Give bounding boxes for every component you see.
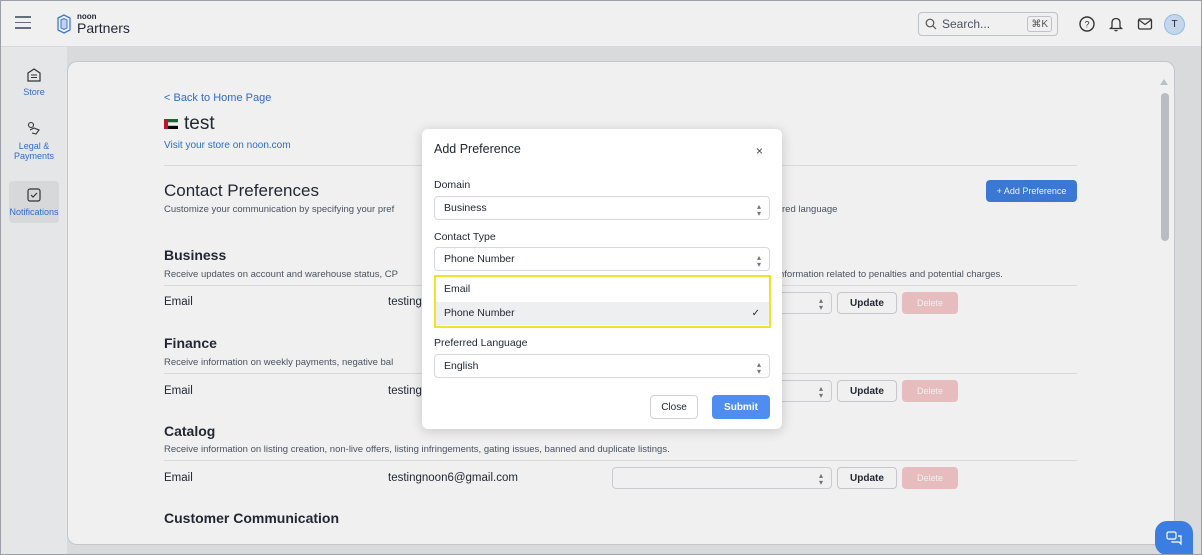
add-preference-modal: Add Preference × Domain Business ▴ ▾ Cont… [422,129,782,429]
contact-type-value: Phone Number [444,253,515,265]
domain-value: Business [444,202,487,214]
contact-type-select[interactable]: Phone Number ▴ ▾ [434,247,770,271]
option-label: Phone Number [444,307,515,319]
submit-button[interactable]: Submit [712,395,770,419]
option-phone-number[interactable]: Phone Number ✓ [436,302,769,325]
modal-title: Add Preference [434,142,521,156]
preferred-language-label: Preferred Language [434,337,528,349]
app-window: noon Partners ⌘K ? T [0,0,1202,555]
chat-button[interactable] [1155,521,1193,554]
preferred-language-select[interactable]: English ▴ ▾ [434,354,770,378]
option-label: Email [444,283,471,295]
preferred-language-value: English [444,360,479,372]
option-email[interactable]: Email [436,278,769,301]
check-icon: ✓ [751,308,760,319]
close-button[interactable]: Close [650,395,698,419]
chat-icon [1166,531,1182,546]
contact-type-label: Contact Type [434,231,496,243]
domain-select[interactable]: Business ▴ ▾ [434,196,770,220]
domain-label: Domain [434,179,471,191]
contact-type-dropdown: Email Phone Number ✓ [434,275,771,328]
close-icon[interactable]: × [756,144,763,158]
